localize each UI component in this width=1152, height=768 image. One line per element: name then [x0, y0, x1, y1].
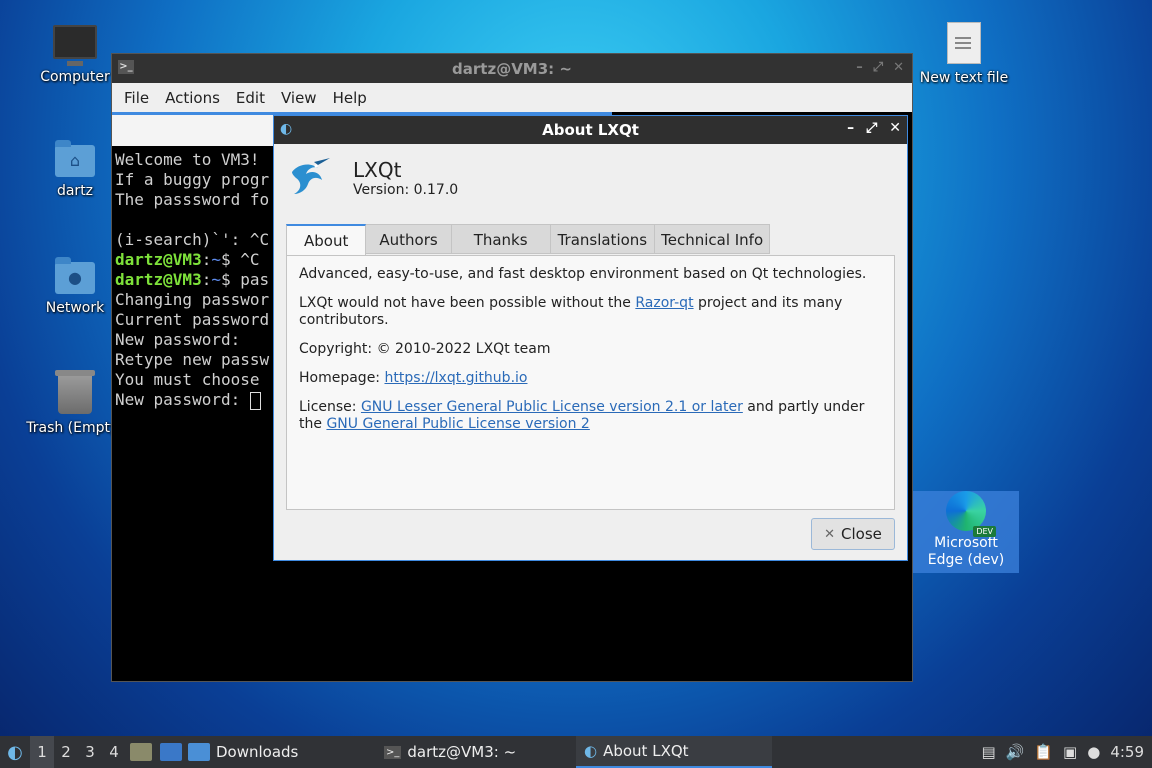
menu-edit[interactable]: Edit [228, 89, 273, 107]
dev-badge: DEV [973, 526, 996, 537]
close-button[interactable]: ✕ Close [811, 518, 895, 550]
terminal-icon: >_ [118, 60, 134, 74]
workspace-1[interactable]: 1 [30, 736, 54, 768]
removable-media-icon[interactable]: ▤ [981, 743, 995, 761]
desktop-icon-home[interactable]: ⌂ dartz [27, 140, 123, 199]
edge-icon: DEV [946, 491, 996, 537]
about-dialog[interactable]: ◐ About LXQt – ⤢ ✕ LXQt Version: 0.17.0 … [273, 115, 908, 561]
close-x-icon: ✕ [824, 526, 836, 542]
text-cursor [249, 391, 261, 410]
trash-icon [55, 370, 95, 414]
taskbar: ◐ 1 2 3 4 Downloads >_ dartz@VM3: ~ ◐ Ab… [0, 736, 1152, 768]
lxqt-logo-icon [292, 158, 330, 194]
home-folder-icon: ⌂ [55, 140, 95, 177]
show-desktop-icon[interactable] [160, 743, 182, 761]
about-panel: Advanced, easy-to-use, and fast desktop … [286, 255, 895, 510]
network-folder-icon: ● [55, 257, 95, 294]
desktop-icon-label: Computer [40, 69, 110, 85]
menu-view[interactable]: View [273, 89, 325, 107]
tab-translations[interactable]: Translations [550, 224, 656, 254]
workspace-3[interactable]: 3 [78, 743, 102, 761]
lxqt-icon: ◐ [584, 742, 598, 760]
desktop-icon-label: New text file [919, 70, 1009, 86]
terminal-titlebar[interactable]: >_ dartz@VM3: ~ – ⤢ ✕ [112, 54, 912, 83]
desktop-icon-network[interactable]: ● Network [27, 257, 123, 316]
desktop-icon-label: Network [45, 300, 105, 316]
system-tray: ▤ 🔊 📋 ▣ ● 4:59 [981, 743, 1152, 761]
homepage-link[interactable]: https://lxqt.github.io [384, 370, 527, 386]
desktop-icon-label: Microsoft Edge (dev) [927, 535, 1005, 568]
close-icon[interactable]: ✕ [889, 120, 901, 136]
desktop-icon-edge[interactable]: DEV Microsoft Edge (dev) [913, 491, 1019, 573]
task-terminal[interactable]: >_ dartz@VM3: ~ [376, 736, 576, 768]
notification-icon[interactable]: ● [1087, 743, 1100, 761]
tab-about[interactable]: About [286, 224, 367, 256]
about-title: About LXQt [542, 121, 639, 139]
computer-icon [53, 25, 97, 66]
terminal-icon: >_ [384, 745, 402, 759]
terminal-title: dartz@VM3: ~ [452, 59, 572, 78]
workspace-4[interactable]: 4 [102, 743, 126, 761]
terminal-menubar: File Actions Edit View Help [112, 83, 912, 112]
minimize-icon[interactable]: – [856, 60, 863, 75]
about-titlebar[interactable]: ◐ About LXQt – ⤢ ✕ [274, 116, 907, 144]
task-downloads[interactable]: Downloads [186, 736, 376, 768]
gpl-link[interactable]: GNU General Public License version 2 [326, 416, 589, 432]
close-icon[interactable]: ✕ [893, 60, 904, 75]
tab-thanks[interactable]: Thanks [451, 224, 551, 254]
file-manager-launcher-icon[interactable] [130, 743, 152, 761]
desktop-icon-label: dartz [56, 183, 94, 199]
copyright-text: Copyright: © 2010-2022 LXQt team [299, 341, 551, 357]
minimize-icon[interactable]: – [847, 120, 854, 136]
tab-authors[interactable]: Authors [366, 224, 452, 254]
description-text: Advanced, easy-to-use, and fast desktop … [299, 266, 867, 282]
tab-technical-info[interactable]: Technical Info [655, 224, 771, 254]
text-file-icon [947, 22, 981, 64]
about-tabs: About Authors Thanks Translations Techni… [286, 224, 771, 256]
volume-icon[interactable]: 🔊 [1006, 743, 1025, 761]
razor-qt-link[interactable]: Razor-qt [635, 295, 693, 311]
app-version: Version: 0.17.0 [353, 182, 459, 198]
app-name: LXQt [353, 158, 402, 182]
license-text: License: GNU Lesser General Public Licen… [299, 399, 865, 432]
main-menu-icon[interactable]: ◐ [0, 736, 30, 768]
clock[interactable]: 4:59 [1110, 743, 1144, 761]
maximize-icon[interactable]: ⤢ [873, 60, 883, 75]
lxqt-icon: ◐ [280, 121, 293, 137]
clipboard-icon[interactable]: 📋 [1034, 743, 1053, 761]
desktop-icon-new-text-file[interactable]: New text file [916, 22, 1012, 86]
task-about-lxqt[interactable]: ◐ About LXQt [576, 736, 772, 768]
lgpl-link[interactable]: GNU Lesser General Public License versio… [361, 399, 743, 415]
menu-actions[interactable]: Actions [157, 89, 228, 107]
menu-help[interactable]: Help [325, 89, 375, 107]
folder-icon [188, 743, 210, 761]
menu-file[interactable]: File [116, 89, 157, 107]
about-header: LXQt Version: 0.17.0 [284, 154, 684, 204]
homepage-text: Homepage: https://lxqt.github.io [299, 370, 528, 386]
razor-text: LXQt would not have been possible withou… [299, 295, 843, 328]
close-button-label: Close [841, 525, 882, 543]
network-icon[interactable]: ▣ [1063, 743, 1077, 761]
maximize-icon[interactable]: ⤢ [866, 120, 877, 136]
workspace-2[interactable]: 2 [54, 743, 78, 761]
desktop-icon-computer[interactable]: Computer [27, 25, 123, 85]
